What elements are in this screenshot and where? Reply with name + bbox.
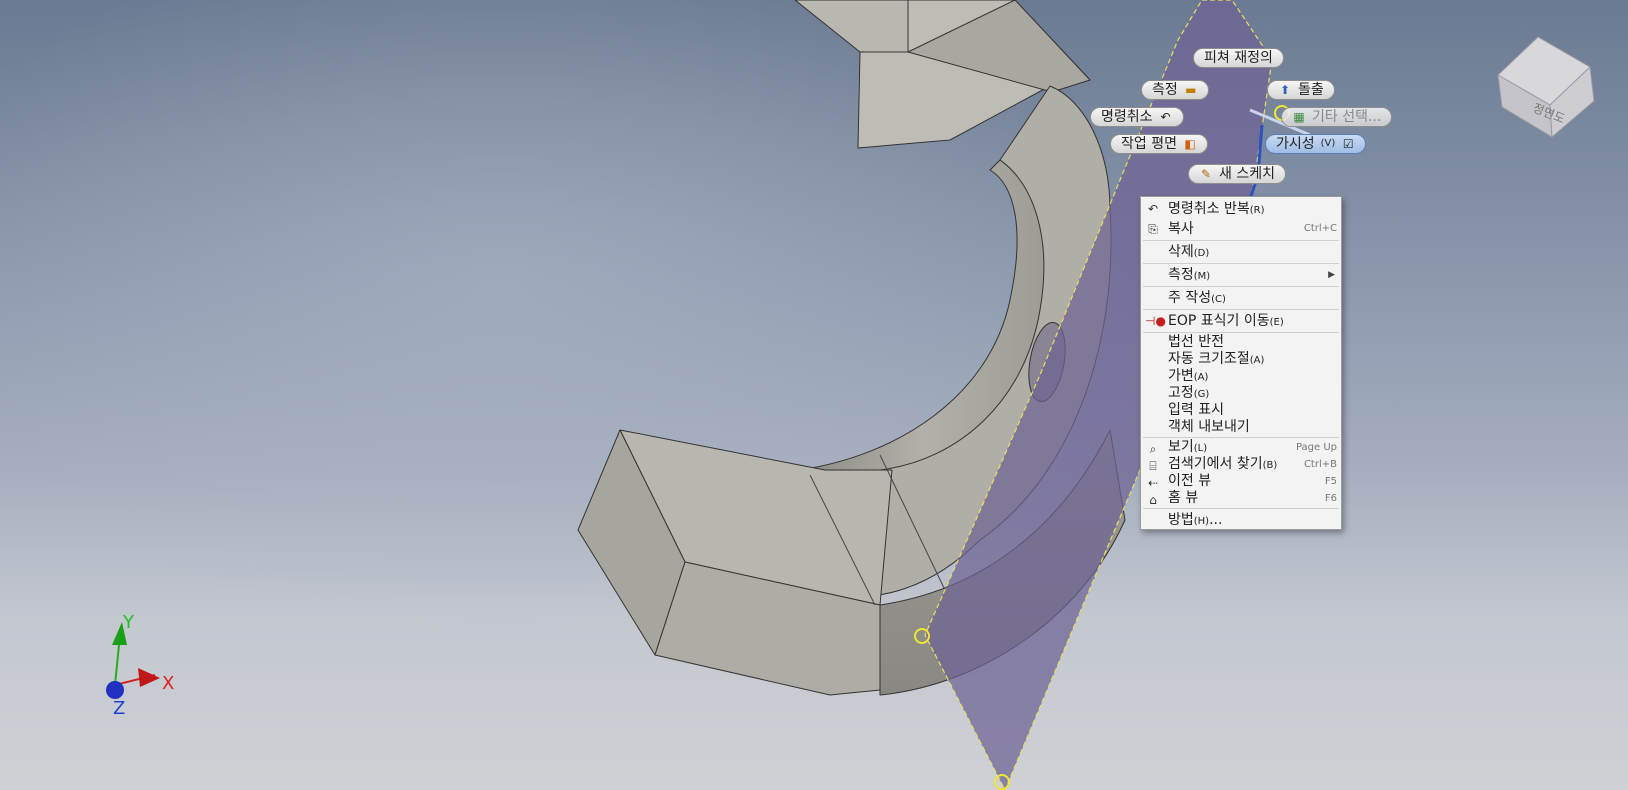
menu-item-view[interactable]: ⌕ 보기(L) Page Up — [1141, 439, 1341, 456]
x-axis-arrow — [138, 668, 160, 687]
work-plane-button[interactable]: 작업 평면 ◧ — [1110, 134, 1208, 154]
menu-item-show-input[interactable]: 입력 표시 — [1141, 402, 1341, 419]
undo-button[interactable]: 명령취소 ↶ — [1090, 107, 1184, 127]
extrude-icon: ⬆ — [1279, 83, 1291, 97]
checkbox-checked-icon: ☑ — [1342, 137, 1354, 151]
menu-item-repeat-undo[interactable]: ↶ 명령취소 반복(R) — [1141, 199, 1341, 219]
ruler-icon: ▬ — [1185, 83, 1197, 97]
menu-item-delete[interactable]: 삭제(D) — [1141, 242, 1341, 262]
menu-item-create-note[interactable]: 주 작성(C) — [1141, 288, 1341, 308]
z-axis-arrow — [106, 681, 124, 699]
x-axis-label: X — [162, 673, 174, 694]
feature-redefine-button[interactable]: 피쳐 재정의 — [1193, 48, 1284, 68]
eop-icon: ⊣● — [1145, 314, 1166, 328]
menu-item-find-in-browser[interactable]: ⌸ 검색기에서 찾기(B) Ctrl+B — [1141, 456, 1341, 473]
find-icon: ⌸ — [1149, 459, 1157, 473]
work-plane-icon: ◧ — [1184, 137, 1196, 151]
3d-viewport[interactable]: 피쳐 재정의 측정 ▬ ⬆ 돌출 명령취소 ↶ ▦ 기타 선택... 작업 평면… — [0, 0, 1628, 790]
menu-separator — [1143, 309, 1339, 310]
visibility-button[interactable]: 가시성 (V) ☑ — [1265, 134, 1367, 154]
menu-separator — [1143, 508, 1339, 509]
menu-item-grounded[interactable]: 고정(G) — [1141, 385, 1341, 402]
menu-separator — [1143, 263, 1339, 264]
undo-icon: ↶ — [1160, 110, 1171, 124]
menu-item-measure[interactable]: 측정(M) ▶ — [1141, 265, 1341, 285]
previous-view-icon: ⇠ — [1147, 476, 1159, 490]
menu-item-adaptive[interactable]: 가변(A) — [1141, 368, 1341, 385]
menu-item-auto-resize[interactable]: 자동 크기조절(A) — [1141, 351, 1341, 368]
menu-item-home-view[interactable]: ⌂ 홈 뷰 F6 — [1141, 490, 1341, 507]
measure-button[interactable]: 측정 ▬ — [1141, 80, 1209, 100]
select-other-icon: ▦ — [1293, 110, 1305, 124]
viewcube[interactable]: 정면도 — [1490, 35, 1600, 145]
menu-separator — [1143, 437, 1339, 438]
menu-item-how-to[interactable]: 방법(H)... — [1141, 510, 1341, 530]
new-sketch-button[interactable]: ✎ 새 스케치 — [1188, 164, 1286, 184]
submenu-arrow-icon: ▶ — [1328, 270, 1335, 280]
menu-item-export-object[interactable]: 객체 내보내기 — [1141, 419, 1341, 436]
extrude-button[interactable]: ⬆ 돌출 — [1267, 80, 1335, 100]
z-axis-label: Z — [113, 698, 125, 719]
menu-item-previous-view[interactable]: ⇠ 이전 뷰 F5 — [1141, 473, 1341, 490]
zoom-icon: ⌕ — [1149, 442, 1157, 456]
menu-item-move-eop[interactable]: ⊣● EOP 표식기 이동(E) — [1141, 311, 1341, 331]
sketch-icon: ✎ — [1200, 167, 1212, 181]
undo-icon: ↶ — [1147, 202, 1159, 216]
menu-item-copy[interactable]: ⎘ 복사 Ctrl+C — [1141, 219, 1341, 239]
more-select-button[interactable]: ▦ 기타 선택... — [1281, 107, 1393, 127]
menu-separator — [1143, 240, 1339, 241]
menu-separator — [1143, 286, 1339, 287]
home-icon: ⌂ — [1149, 493, 1157, 507]
menu-item-flip-normal[interactable]: 법선 반전 — [1141, 334, 1341, 351]
menu-separator — [1143, 332, 1339, 333]
context-menu: ↶ 명령취소 반복(R) ⎘ 복사 Ctrl+C 삭제(D) 측정(M) ▶ 주… — [1140, 196, 1342, 530]
copy-icon: ⎘ — [1148, 222, 1158, 236]
upper-block-side — [794, 0, 909, 53]
axis-triad: Y X Z — [106, 612, 174, 719]
y-axis-label: Y — [122, 612, 135, 633]
